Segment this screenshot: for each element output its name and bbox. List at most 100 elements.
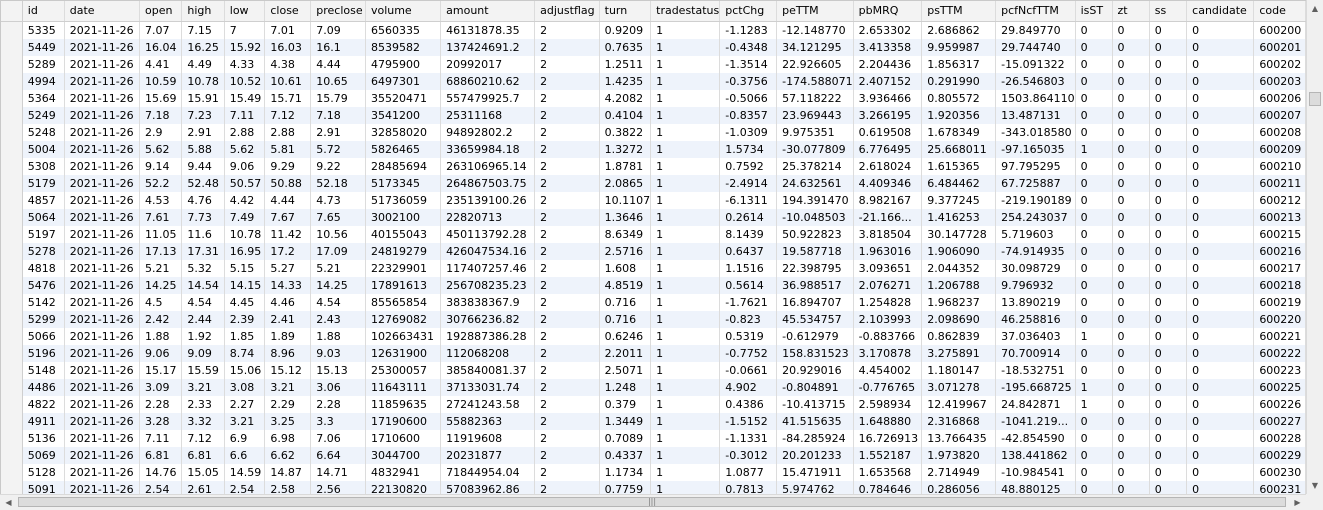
cell-high[interactable]: 52.48 [181, 175, 225, 192]
cell-low[interactable]: 6.9 [224, 430, 266, 447]
cell-amount[interactable]: 68860210.62 [440, 73, 536, 90]
cell-id[interactable]: 5136 [22, 430, 65, 447]
cell-date[interactable]: 2021-11-26 [64, 226, 141, 243]
column-header-low[interactable]: low [224, 1, 266, 22]
column-header-date[interactable]: date [64, 1, 141, 22]
vertical-scroll-thumb[interactable] [1309, 92, 1321, 106]
cell-volume[interactable]: 85565854 [365, 294, 442, 311]
cell-adjustflag[interactable]: 2 [534, 413, 600, 430]
cell-code[interactable]: 600210 [1253, 158, 1306, 175]
row-header[interactable] [1, 430, 23, 447]
cell-volume[interactable]: 3541200 [365, 107, 442, 124]
cell-candidate[interactable]: 0 [1186, 396, 1255, 413]
cell-adjustflag[interactable]: 2 [534, 328, 600, 345]
arrow-right-icon[interactable]: ▶ [1289, 495, 1306, 510]
cell-volume[interactable]: 3002100 [365, 209, 442, 226]
cell-tradestatus[interactable]: 1 [650, 209, 721, 226]
cell-id[interactable]: 5179 [22, 175, 65, 192]
cell-preclose[interactable]: 10.65 [310, 73, 366, 90]
cell-zt[interactable]: 0 [1112, 311, 1150, 328]
cell-turn[interactable]: 2.5071 [599, 362, 652, 379]
cell-pbMRQ[interactable]: 3.413358 [853, 39, 923, 56]
cell-psTTM[interactable]: 1.920356 [921, 107, 997, 124]
cell-isST[interactable]: 0 [1075, 294, 1113, 311]
column-header-pctChg[interactable]: pctChg [719, 1, 778, 22]
cell-close[interactable]: 1.89 [264, 328, 312, 345]
cell-code[interactable]: 600229 [1253, 447, 1306, 464]
cell-candidate[interactable]: 0 [1186, 413, 1255, 430]
cell-code[interactable]: 600222 [1253, 345, 1306, 362]
cell-zt[interactable]: 0 [1112, 294, 1150, 311]
cell-pctChg[interactable]: 0.7592 [719, 158, 778, 175]
cell-adjustflag[interactable]: 2 [534, 56, 600, 73]
cell-high[interactable]: 2.44 [181, 311, 225, 328]
cell-id[interactable]: 5289 [22, 56, 65, 73]
cell-code[interactable]: 600225 [1253, 379, 1306, 396]
cell-candidate[interactable]: 0 [1186, 21, 1255, 39]
cell-psTTM[interactable]: 0.286056 [921, 481, 997, 494]
cell-preclose[interactable]: 1.88 [310, 328, 366, 345]
cell-amount[interactable]: 25311168 [440, 107, 536, 124]
cell-amount[interactable]: 71844954.04 [440, 464, 536, 481]
cell-tradestatus[interactable]: 1 [650, 396, 721, 413]
cell-pcfNcfTTM[interactable]: 13.487131 [995, 107, 1076, 124]
cell-pcfNcfTTM[interactable]: 1503.864110 [995, 90, 1076, 107]
cell-candidate[interactable]: 0 [1186, 56, 1255, 73]
cell-pctChg[interactable]: -1.0309 [719, 124, 778, 141]
cell-amount[interactable]: 137424691.2 [440, 39, 536, 56]
cell-date[interactable]: 2021-11-26 [64, 39, 141, 56]
cell-pbMRQ[interactable]: -21.166... [853, 209, 923, 226]
cell-peTTM[interactable]: 41.515635 [776, 413, 854, 430]
cell-pbMRQ[interactable]: 2.407152 [853, 73, 923, 90]
cell-volume[interactable]: 25300057 [365, 362, 442, 379]
table-row[interactable]: 5248 2021-11-26 2.9 2.91 2.88 2.88 2.91 3285802… [1, 124, 1306, 141]
cell-adjustflag[interactable]: 2 [534, 243, 600, 260]
cell-pbMRQ[interactable]: 2.598934 [853, 396, 923, 413]
row-header[interactable] [1, 175, 23, 192]
cell-open[interactable]: 6.81 [139, 447, 183, 464]
cell-pcfNcfTTM[interactable]: -74.914935 [995, 243, 1076, 260]
cell-date[interactable]: 2021-11-26 [64, 328, 141, 345]
cell-preclose[interactable]: 5.72 [310, 141, 366, 158]
cell-pcfNcfTTM[interactable]: -10.984541 [995, 464, 1076, 481]
cell-zt[interactable]: 0 [1112, 481, 1150, 494]
cell-turn[interactable]: 1.248 [599, 379, 652, 396]
cell-ss[interactable]: 0 [1149, 226, 1188, 243]
cell-isST[interactable]: 1 [1075, 396, 1113, 413]
cell-high[interactable]: 14.54 [181, 277, 225, 294]
cell-candidate[interactable]: 0 [1186, 447, 1255, 464]
table-row[interactable]: 5249 2021-11-26 7.18 7.23 7.11 7.12 7.18 354120… [1, 107, 1306, 124]
cell-high[interactable]: 3.21 [181, 379, 225, 396]
cell-code[interactable]: 600219 [1253, 294, 1306, 311]
cell-zt[interactable]: 0 [1112, 124, 1150, 141]
row-header[interactable] [1, 345, 23, 362]
cell-peTTM[interactable]: -30.077809 [776, 141, 854, 158]
table-row[interactable]: 5128 2021-11-26 14.76 15.05 14.59 14.87 14.71 4… [1, 464, 1306, 481]
cell-adjustflag[interactable]: 2 [534, 124, 600, 141]
cell-turn[interactable]: 0.716 [599, 311, 652, 328]
cell-tradestatus[interactable]: 1 [650, 39, 721, 56]
cell-ss[interactable]: 0 [1149, 39, 1188, 56]
cell-adjustflag[interactable]: 2 [534, 345, 600, 362]
cell-low[interactable]: 15.06 [224, 362, 266, 379]
cell-psTTM[interactable]: 1.416253 [921, 209, 997, 226]
cell-close[interactable]: 2.88 [264, 124, 312, 141]
cell-preclose[interactable]: 9.03 [310, 345, 366, 362]
cell-amount[interactable]: 22820713 [440, 209, 536, 226]
cell-volume[interactable]: 5173345 [365, 175, 442, 192]
row-header[interactable] [1, 209, 23, 226]
cell-pbMRQ[interactable]: 3.266195 [853, 107, 923, 124]
cell-preclose[interactable]: 14.71 [310, 464, 366, 481]
cell-low[interactable]: 2.39 [224, 311, 266, 328]
cell-preclose[interactable]: 2.43 [310, 311, 366, 328]
cell-volume[interactable]: 24819279 [365, 243, 442, 260]
cell-low[interactable]: 10.78 [224, 226, 266, 243]
cell-tradestatus[interactable]: 1 [650, 430, 721, 447]
cell-low[interactable]: 15.49 [224, 90, 266, 107]
cell-pcfNcfTTM[interactable]: 29.849770 [995, 21, 1076, 39]
cell-adjustflag[interactable]: 2 [534, 226, 600, 243]
cell-volume[interactable]: 51736059 [365, 192, 442, 209]
cell-adjustflag[interactable]: 2 [534, 192, 600, 209]
cell-ss[interactable]: 0 [1149, 124, 1188, 141]
row-header[interactable] [1, 260, 23, 277]
